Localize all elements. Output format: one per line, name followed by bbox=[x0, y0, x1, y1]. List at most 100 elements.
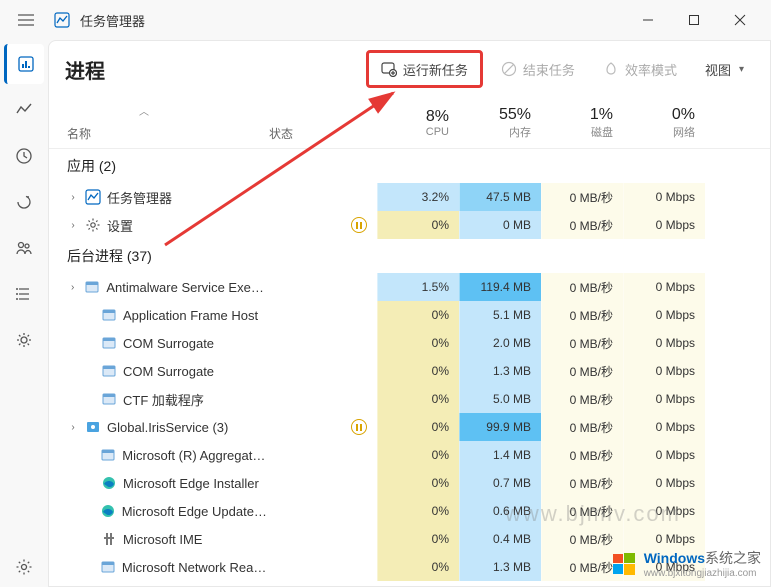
process-row[interactable]: › Antimalware Service Execut... 1.5% 119… bbox=[49, 273, 770, 301]
disk-cell: 0 MB/秒 bbox=[541, 273, 623, 301]
process-icon bbox=[101, 363, 117, 379]
disk-cell: 0 MB/秒 bbox=[541, 553, 623, 581]
process-name: Global.IrisService (3) bbox=[107, 420, 228, 435]
disk-cell: 0 MB/秒 bbox=[541, 301, 623, 329]
process-row[interactable]: › Microsoft Edge Installer 0% 0.7 MB 0 M… bbox=[49, 469, 770, 497]
column-name[interactable]: ︿ 名称 bbox=[49, 97, 269, 148]
process-icon bbox=[101, 391, 117, 407]
process-icon bbox=[85, 189, 101, 205]
process-name: Application Frame Host bbox=[123, 308, 258, 323]
process-row[interactable]: › Microsoft Edge Update (32... 0% 0.6 MB… bbox=[49, 497, 770, 525]
network-cell: 0 Mbps bbox=[623, 357, 705, 385]
nav-services[interactable] bbox=[4, 320, 44, 360]
column-disk[interactable]: 1%磁盘 bbox=[541, 97, 623, 148]
expander-icon[interactable]: › bbox=[67, 422, 79, 433]
column-cpu[interactable]: 8%CPU bbox=[377, 97, 459, 148]
memory-cell: 99.9 MB bbox=[459, 413, 541, 441]
network-cell: 0 Mbps bbox=[623, 273, 705, 301]
hamburger-menu-button[interactable] bbox=[8, 2, 44, 38]
cpu-cell: 3.2% bbox=[377, 183, 459, 211]
minimize-button[interactable] bbox=[625, 4, 671, 36]
process-row[interactable]: › Microsoft IME 0% 0.4 MB 0 MB/秒 0 Mbps bbox=[49, 525, 770, 553]
process-row[interactable]: › Microsoft Network Realtim... 0% 1.3 MB… bbox=[49, 553, 770, 581]
status-cell bbox=[269, 419, 377, 435]
group-header-apps: 应用 (2) bbox=[49, 149, 770, 183]
process-name: Microsoft Edge Installer bbox=[123, 476, 259, 491]
titlebar: 任务管理器 bbox=[0, 0, 771, 40]
column-memory[interactable]: 55%内存 bbox=[459, 97, 541, 148]
column-headers: ︿ 名称 状态 8%CPU 55%内存 1%磁盘 0%网络 bbox=[49, 97, 770, 149]
disk-cell: 0 MB/秒 bbox=[541, 525, 623, 553]
status-cell bbox=[269, 217, 377, 233]
process-row[interactable]: › COM Surrogate 0% 1.3 MB 0 MB/秒 0 Mbps bbox=[49, 357, 770, 385]
cpu-cell: 0% bbox=[377, 497, 459, 525]
expander-icon[interactable]: › bbox=[67, 220, 79, 231]
nav-details[interactable] bbox=[4, 274, 44, 314]
disk-cell: 0 MB/秒 bbox=[541, 183, 623, 211]
process-row[interactable]: › 任务管理器 3.2% 47.5 MB 0 MB/秒 0 Mbps bbox=[49, 183, 770, 211]
process-row[interactable]: › 设置 0% 0 MB 0 MB/秒 0 Mbps bbox=[49, 211, 770, 239]
cpu-cell: 0% bbox=[377, 525, 459, 553]
network-cell: 0 Mbps bbox=[623, 211, 705, 239]
nav-performance[interactable] bbox=[4, 90, 44, 130]
end-task-icon bbox=[501, 61, 517, 77]
network-cell: 0 Mbps bbox=[623, 469, 705, 497]
nav-startup[interactable] bbox=[4, 182, 44, 222]
network-cell: 0 Mbps bbox=[623, 413, 705, 441]
network-cell: 0 Mbps bbox=[623, 385, 705, 413]
run-task-icon bbox=[381, 61, 397, 77]
memory-cell: 1.3 MB bbox=[459, 357, 541, 385]
memory-cell: 0.4 MB bbox=[459, 525, 541, 553]
disk-cell: 0 MB/秒 bbox=[541, 329, 623, 357]
memory-cell: 0.6 MB bbox=[459, 497, 541, 525]
nav-processes[interactable] bbox=[4, 44, 44, 84]
maximize-button[interactable] bbox=[671, 4, 717, 36]
process-name-cell: › 任务管理器 bbox=[49, 188, 269, 207]
efficiency-mode-button[interactable]: 效率模式 bbox=[593, 52, 687, 86]
cpu-cell: 0% bbox=[377, 553, 459, 581]
process-name: Microsoft IME bbox=[123, 532, 202, 547]
cpu-cell: 0% bbox=[377, 329, 459, 357]
process-name: Microsoft (R) Aggregator ... bbox=[122, 448, 269, 463]
cpu-cell: 0% bbox=[377, 211, 459, 239]
memory-cell: 0.7 MB bbox=[459, 469, 541, 497]
process-icon bbox=[101, 335, 117, 351]
process-row[interactable]: › CTF 加载程序 0% 5.0 MB 0 MB/秒 0 Mbps bbox=[49, 385, 770, 413]
disk-cell: 0 MB/秒 bbox=[541, 211, 623, 239]
process-name: Antimalware Service Execut... bbox=[106, 280, 269, 295]
process-row[interactable]: › Application Frame Host 0% 5.1 MB 0 MB/… bbox=[49, 301, 770, 329]
process-row[interactable]: › Global.IrisService (3) 0% 99.9 MB 0 MB… bbox=[49, 413, 770, 441]
process-name-cell: › Microsoft IME bbox=[49, 531, 269, 547]
process-name-cell: › Microsoft Edge Installer bbox=[49, 475, 269, 491]
nav-rail bbox=[0, 40, 48, 587]
cpu-cell: 0% bbox=[377, 385, 459, 413]
network-cell: 0 Mbps bbox=[623, 525, 705, 553]
end-task-button[interactable]: 结束任务 bbox=[491, 52, 585, 86]
pause-icon bbox=[351, 419, 367, 435]
run-new-task-button[interactable]: 运行新任务 bbox=[366, 50, 483, 88]
process-row[interactable]: › Microsoft (R) Aggregator ... 0% 1.4 MB… bbox=[49, 441, 770, 469]
column-status[interactable]: 状态 bbox=[269, 97, 377, 148]
memory-cell: 5.1 MB bbox=[459, 301, 541, 329]
process-name: CTF 加载程序 bbox=[123, 390, 204, 409]
cpu-cell: 0% bbox=[377, 441, 459, 469]
process-name-cell: › COM Surrogate bbox=[49, 363, 269, 379]
column-network[interactable]: 0%网络 bbox=[623, 97, 705, 148]
process-name-cell: › 设置 bbox=[49, 216, 269, 235]
process-icon bbox=[101, 307, 117, 323]
process-name: 任务管理器 bbox=[107, 188, 172, 207]
network-cell: 0 Mbps bbox=[623, 553, 705, 581]
process-icon bbox=[84, 279, 100, 295]
close-button[interactable] bbox=[717, 4, 763, 36]
disk-cell: 0 MB/秒 bbox=[541, 385, 623, 413]
nav-app-history[interactable] bbox=[4, 136, 44, 176]
nav-users[interactable] bbox=[4, 228, 44, 268]
nav-settings[interactable] bbox=[4, 547, 44, 587]
pause-icon bbox=[351, 217, 367, 233]
view-dropdown[interactable]: 视图 ▾ bbox=[695, 52, 754, 86]
expander-icon[interactable]: › bbox=[67, 282, 78, 293]
process-list[interactable]: 应用 (2) › 任务管理器 3.2% 47.5 MB 0 MB/秒 0 Mbp… bbox=[49, 149, 770, 586]
process-row[interactable]: › COM Surrogate 0% 2.0 MB 0 MB/秒 0 Mbps bbox=[49, 329, 770, 357]
process-name-cell: › Microsoft (R) Aggregator ... bbox=[49, 447, 269, 463]
expander-icon[interactable]: › bbox=[67, 192, 79, 203]
